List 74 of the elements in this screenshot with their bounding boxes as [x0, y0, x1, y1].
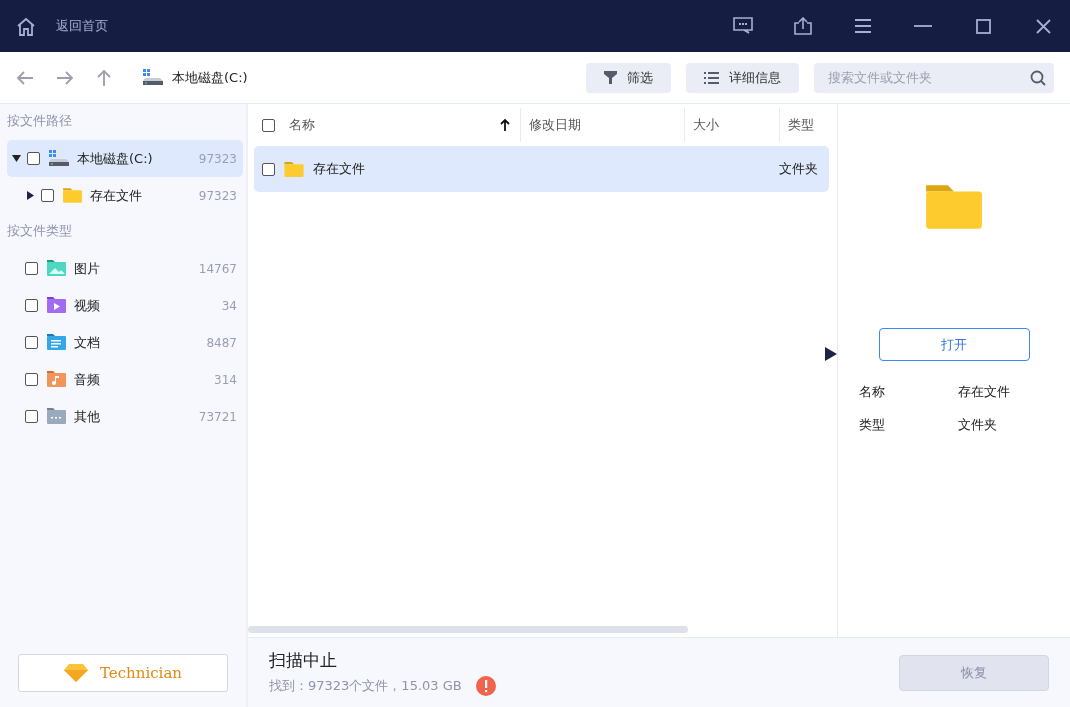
type-label: 音频 — [74, 370, 101, 389]
scan-status: 扫描中止 — [269, 649, 338, 672]
detail-label: 名称 — [859, 383, 886, 401]
detail-value: 存在文件 — [958, 383, 1011, 401]
item-count: 73721 — [198, 409, 237, 424]
folder-icon — [283, 160, 305, 178]
file-row[interactable]: 存在文件 文件夹 — [254, 146, 829, 192]
search-field[interactable]: 搜索文件或文件夹 — [814, 62, 1054, 93]
detail-value: 文件夹 — [958, 416, 998, 434]
file-name: 存在文件 — [313, 160, 365, 178]
section-heading: 按文件类型 — [7, 222, 73, 240]
item-count: 97323 — [198, 188, 237, 203]
tree-item[interactable]: 存在文件 97323 — [7, 177, 243, 214]
home-link[interactable]: 返回首页 — [56, 17, 108, 35]
column-header[interactable]: 名称 — [289, 116, 500, 134]
drive-icon — [48, 150, 70, 167]
column-header[interactable]: 大小 — [693, 116, 719, 134]
checkbox[interactable] — [262, 118, 275, 132]
warning-icon[interactable] — [475, 676, 496, 696]
feedback-icon[interactable] — [732, 15, 754, 37]
type-filter-item[interactable]: 其他 73721 — [7, 398, 243, 435]
checkbox[interactable] — [25, 373, 38, 386]
type-filter-item[interactable]: 图片 14767 — [7, 250, 243, 287]
checkbox[interactable] — [25, 336, 38, 349]
caret-right-icon[interactable] — [825, 347, 837, 361]
caret-down-icon[interactable] — [12, 154, 21, 163]
location-label: 本地磁盘(C:) — [172, 68, 248, 87]
column-header[interactable]: 类型 — [788, 116, 814, 134]
filter-icon — [604, 71, 617, 84]
home-icon[interactable] — [16, 16, 36, 36]
column-header[interactable]: 修改日期 — [529, 116, 581, 134]
tree-label: 本地磁盘(C:) — [77, 149, 154, 168]
filter-button[interactable]: 筛选 — [586, 62, 671, 93]
type-label: 图片 — [74, 259, 101, 278]
section-heading: 按文件路径 — [7, 112, 73, 130]
caret-right-icon[interactable] — [26, 191, 35, 200]
item-count: 314 — [214, 372, 237, 387]
video-folder-icon — [46, 297, 67, 314]
type-filter-item[interactable]: 文档 8487 — [7, 324, 243, 361]
document-folder-icon — [46, 334, 67, 351]
folder-icon — [923, 182, 985, 232]
item-count: 97323 — [198, 151, 237, 166]
type-label: 其他 — [74, 407, 101, 426]
detail-label: 类型 — [859, 416, 886, 434]
type-label: 视频 — [74, 296, 101, 315]
details-button[interactable]: 详细信息 — [686, 62, 799, 93]
type-filter-item[interactable]: 视频 34 — [7, 287, 243, 324]
checkbox[interactable] — [27, 152, 40, 165]
checkbox[interactable] — [25, 299, 38, 312]
tree-label: 存在文件 — [90, 186, 143, 205]
item-count: 34 — [221, 298, 237, 313]
diamond-icon — [63, 664, 88, 682]
image-folder-icon — [46, 260, 67, 277]
drive-icon — [142, 69, 164, 86]
other-folder-icon — [46, 408, 67, 425]
type-filter-item[interactable]: 音频 314 — [7, 361, 243, 398]
checkbox[interactable] — [25, 262, 38, 275]
list-icon — [704, 71, 719, 84]
audio-folder-icon — [46, 371, 67, 388]
type-label: 文档 — [74, 333, 101, 352]
tree-item[interactable]: 本地磁盘(C:) 97323 — [7, 140, 243, 177]
checkbox[interactable] — [41, 189, 54, 202]
sort-ascending-icon[interactable] — [500, 119, 510, 131]
folder-icon — [62, 187, 83, 204]
scan-summary: 找到：97323个文件，15.03 GB — [269, 677, 462, 695]
item-count: 8487 — [206, 335, 237, 350]
checkbox[interactable] — [25, 410, 38, 423]
checkbox[interactable] — [262, 162, 275, 176]
open-button[interactable]: 打开 — [878, 328, 1030, 361]
scrollbar[interactable] — [248, 626, 688, 633]
table-cell: 文件夹 — [779, 160, 818, 178]
share-icon[interactable] — [792, 15, 814, 37]
search-icon[interactable] — [1030, 69, 1046, 86]
item-count: 14767 — [198, 261, 237, 276]
